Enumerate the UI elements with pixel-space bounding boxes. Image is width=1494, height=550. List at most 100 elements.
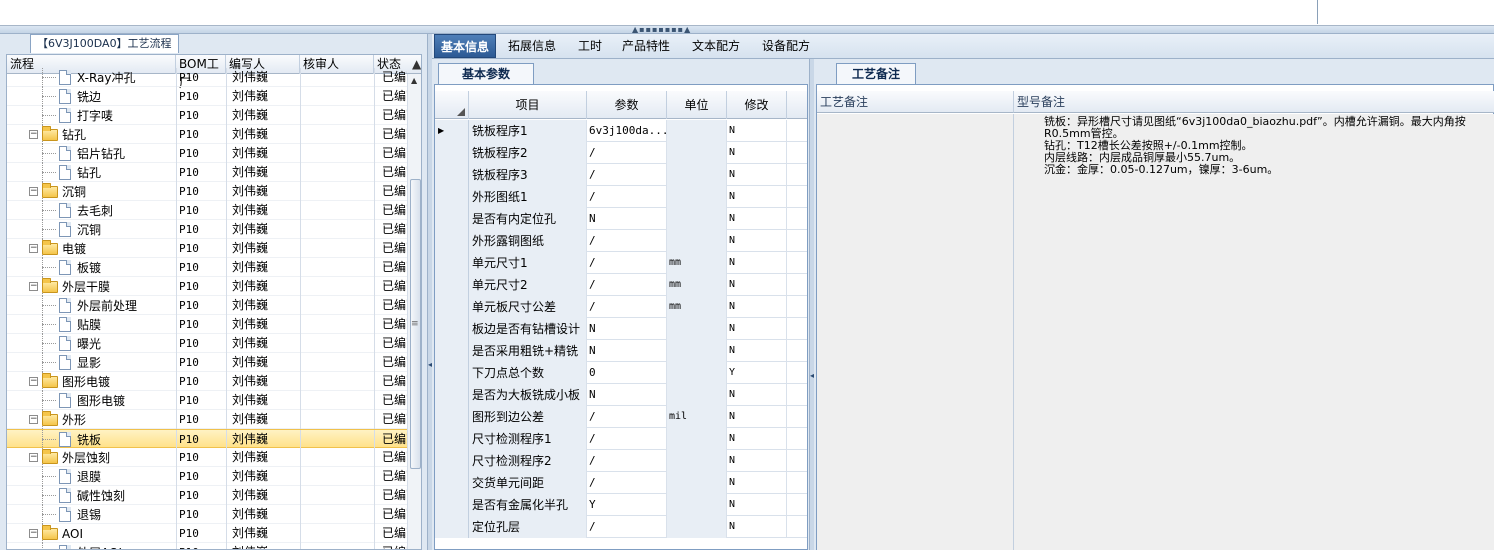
row-header[interactable] (435, 406, 469, 428)
row-header[interactable] (435, 428, 469, 450)
tree-row[interactable]: − 外形 P10刘伟巍 已编写 (7, 410, 407, 429)
tree-row[interactable]: 曝光 P10刘伟巍 已编写 (7, 334, 407, 353)
modify-cell[interactable]: N (727, 340, 787, 362)
modify-cell[interactable]: N (727, 274, 787, 296)
tree-node[interactable]: 显影 (59, 353, 101, 372)
param-row[interactable]: 单元尺寸2/mm N (435, 274, 807, 296)
collapse-toggle-icon[interactable]: − (29, 187, 38, 196)
param-cell[interactable]: / (587, 406, 667, 428)
param-cell[interactable]: 6v3j100da... (587, 120, 667, 142)
param-row[interactable]: 外形图纸1/ N (435, 186, 807, 208)
tab-4[interactable]: 文本配方 (686, 34, 746, 58)
modify-cell[interactable]: N (727, 494, 787, 516)
tree-row[interactable]: − 电镀 P10刘伟巍 已编写 (7, 239, 407, 258)
param-row[interactable]: 单元尺寸1/mm N (435, 252, 807, 274)
modify-cell[interactable]: N (727, 450, 787, 472)
modify-cell[interactable]: Y (727, 362, 787, 384)
collapse-toggle-icon[interactable]: − (29, 244, 38, 253)
param-row[interactable]: 铣板程序2/ N (435, 142, 807, 164)
row-header[interactable] (435, 186, 469, 208)
model-notes-field[interactable]: 铣板：异形槽尺寸请见图纸“6v3j100da0_biaozhu.pdf”。内槽允… (1014, 114, 1494, 550)
basic-params-tab[interactable]: 基本参数 (438, 63, 534, 84)
modify-cell[interactable]: N (727, 296, 787, 318)
param-cell[interactable]: N (587, 384, 667, 406)
param-row[interactable]: 交货单元间距 / N (435, 472, 807, 494)
tree-node[interactable]: 曝光 (59, 334, 101, 353)
param-row[interactable]: 单元板尺寸公差 / mm N (435, 296, 807, 318)
param-row[interactable]: 是否有内定位孔 N N (435, 208, 807, 230)
tree-row[interactable]: 外层AOI P10刘伟巍 已编写 (7, 543, 407, 549)
param-row[interactable]: 图形到边公差 / mil N (435, 406, 807, 428)
collapse-toggle-icon[interactable]: − (29, 415, 38, 424)
param-cell[interactable]: Y (587, 494, 667, 516)
tree-node[interactable]: − 外层蚀刻 (29, 448, 110, 467)
tree-row[interactable]: − 图形电镀 P10刘伟巍 已编写 (7, 372, 407, 391)
param-row[interactable]: 尺寸检测程序2/ N (435, 450, 807, 472)
tree-node[interactable]: 去毛刺 (59, 201, 113, 220)
tree-node[interactable]: 沉铜 (59, 220, 101, 239)
tree-node[interactable]: 铣板 (59, 430, 101, 449)
tree-row[interactable]: 打字唛 P10刘伟巍 已编写 (7, 106, 407, 125)
row-header[interactable] (435, 274, 469, 296)
param-cell[interactable]: / (587, 274, 667, 296)
tree-row[interactable]: − 外层蚀刻 P10刘伟巍 已编写 (7, 448, 407, 467)
collapse-toggle-icon[interactable]: − (29, 529, 38, 538)
tree-row[interactable]: − 外层干膜 P10刘伟巍 已编写 (7, 277, 407, 296)
row-header[interactable] (435, 296, 469, 318)
row-header[interactable]: ▶ (435, 120, 469, 142)
scroll-up-icon[interactable]: ▲ (411, 76, 417, 85)
tree-row[interactable]: 显影 P10刘伟巍 已编写 (7, 353, 407, 372)
tab-5[interactable]: 设备配方 (756, 34, 816, 58)
tree-row[interactable]: 钻孔 P10刘伟巍 已编写 (7, 163, 407, 182)
tab-2[interactable]: 工时 (572, 34, 608, 58)
param-cell[interactable]: / (587, 252, 667, 274)
tree-row[interactable]: − 钻孔 P10刘伟巍 已编写 (7, 125, 407, 144)
tab-3[interactable]: 产品特性 (616, 34, 676, 58)
tree-node[interactable]: 贴膜 (59, 315, 101, 334)
tree-row[interactable]: 碱性蚀刻 P10刘伟巍 已编写 (7, 486, 407, 505)
tab-0[interactable]: 基本信息 (434, 34, 497, 58)
tree-row[interactable]: 铣边 P10刘伟巍 已编写 (7, 87, 407, 106)
collapse-toggle-icon[interactable]: − (29, 130, 38, 139)
tree-node[interactable]: 碱性蚀刻 (59, 486, 125, 505)
modify-cell[interactable]: N (727, 186, 787, 208)
param-cell[interactable]: / (587, 186, 667, 208)
param-row[interactable]: 铣板程序3/ N (435, 164, 807, 186)
row-header[interactable] (435, 252, 469, 274)
tree-node[interactable]: − 图形电镀 (29, 372, 110, 391)
modify-cell[interactable]: N (727, 428, 787, 450)
param-row[interactable]: 外形露铜图纸 / N (435, 230, 807, 252)
tree-row[interactable]: − AOI P10刘伟巍 已编写 (7, 524, 407, 543)
col-header-param[interactable]: 参数 (587, 91, 667, 119)
row-header[interactable] (435, 208, 469, 230)
tree-node[interactable]: − 电镀 (29, 239, 86, 258)
collapse-toggle-icon[interactable]: − (29, 377, 38, 386)
process-flow-tab[interactable]: 【6V3J100DA0】工艺流程 (30, 34, 179, 53)
tree-row[interactable]: 退膜 P10刘伟巍 已编写 (7, 467, 407, 486)
param-row[interactable]: 是否采用粗铣+精铣 N N (435, 340, 807, 362)
tree-row[interactable]: 退锡 P10刘伟巍 已编写 (7, 505, 407, 524)
param-cell[interactable]: N (587, 208, 667, 230)
tree-row[interactable]: X-Ray冲孔 P10刘伟巍 已编写 (7, 68, 407, 87)
row-header[interactable] (435, 384, 469, 406)
col-header-unit[interactable]: 单位 (667, 91, 727, 119)
collapse-toggle-icon[interactable]: − (29, 282, 38, 291)
modify-cell[interactable]: N (727, 230, 787, 252)
param-cell[interactable]: / (587, 142, 667, 164)
param-cell[interactable]: N (587, 318, 667, 340)
row-header[interactable] (435, 516, 469, 538)
row-header[interactable] (435, 494, 469, 516)
tree-scrollbar[interactable]: ▲ ≡ (407, 74, 421, 549)
collapse-toggle-icon[interactable]: − (29, 453, 38, 462)
modify-cell[interactable]: N (727, 142, 787, 164)
modify-cell[interactable]: N (727, 164, 787, 186)
row-header[interactable] (435, 164, 469, 186)
param-cell[interactable]: / (587, 516, 667, 538)
tree-node[interactable]: 外层AOI (59, 543, 122, 549)
param-row[interactable]: ▶ 铣板程序1 6v3j100da... N (435, 120, 807, 142)
modify-cell[interactable]: N (727, 406, 787, 428)
param-row[interactable]: 是否有金属化半孔 Y N (435, 494, 807, 516)
tree-node[interactable]: − 钻孔 (29, 125, 86, 144)
tree-row[interactable]: − 沉铜 P10刘伟巍 已编写 (7, 182, 407, 201)
tree-node[interactable]: − 沉铜 (29, 182, 86, 201)
